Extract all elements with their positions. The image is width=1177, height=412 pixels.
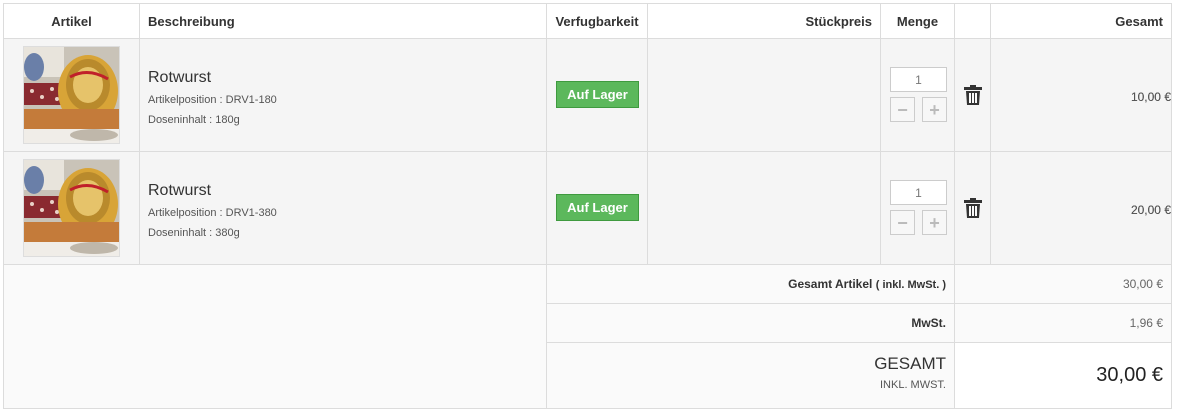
line-total: 20,00 € — [1130, 203, 1171, 217]
shopping-cart-table: Artikel Beschreibung Verfugbarkeit Stück… — [3, 3, 1172, 409]
header-artikel-label: Artikel — [51, 13, 92, 29]
summary-artikel-note: ( inkl. MwSt. ) — [875, 279, 946, 291]
header-stueckpreis-label: Stückpreis — [805, 13, 872, 29]
product-content: Doseninhalt : 380g — [148, 227, 240, 239]
summary-artikel-label: Gesamt Artikel ( inkl. MwSt. ) — [547, 277, 946, 291]
header-artikel: Artikel — [4, 4, 140, 39]
header-gesamt: Gesamt — [991, 4, 1171, 39]
header-menge-label: Menge — [896, 13, 939, 29]
summary-mwst-label: MwSt. — [911, 316, 946, 330]
summary-artikel-text: Gesamt Artikel — [788, 277, 873, 291]
summary-spacer — [4, 265, 547, 408]
header-verfuegbarkeit: Verfugbarkeit — [547, 4, 648, 39]
header-gesamt-label: Gesamt — [1115, 13, 1163, 29]
quantity-input[interactable] — [890, 180, 947, 205]
header-stueckpreis: Stückpreis — [648, 4, 881, 39]
header-beschreibung: Beschreibung — [140, 4, 547, 39]
header-verfuegbarkeit-label: Verfugbarkeit — [555, 13, 639, 29]
header-beschreibung-label: Beschreibung — [148, 13, 235, 29]
summary-artikel-value: 30,00 € — [1122, 277, 1163, 291]
line-total: 10,00 € — [1130, 90, 1171, 104]
grand-total-sublabel: INKL. MWST. — [879, 379, 946, 391]
grand-total-label: GESAMT — [874, 354, 946, 373]
header-actions — [955, 4, 991, 39]
product-content: Doseninhalt : 180g — [148, 114, 240, 126]
product-name[interactable]: Rotwurst — [148, 182, 211, 200]
header-menge: Menge — [881, 4, 955, 39]
grand-total-value: 30,00 € — [1096, 364, 1163, 386]
summary-mwst-value: 1,96 € — [1129, 316, 1163, 330]
product-name[interactable]: Rotwurst — [148, 69, 211, 87]
quantity-input[interactable] — [890, 67, 947, 92]
summary-gesamt-label-cell — [547, 343, 955, 408]
